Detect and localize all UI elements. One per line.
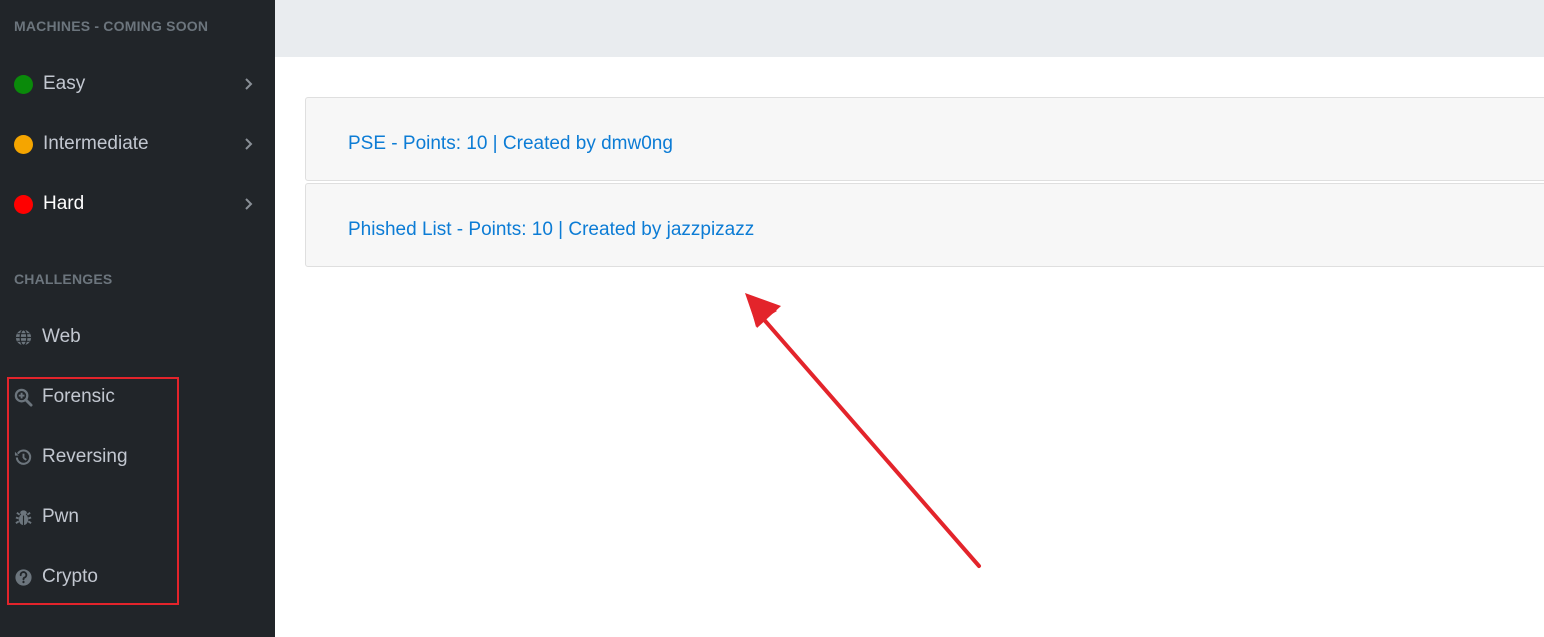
sidebar-item-label: Crypto: [42, 566, 98, 587]
sidebar-item-label: Reversing: [42, 446, 128, 467]
orange-dot-icon: [14, 134, 33, 154]
sidebar-item-forensic[interactable]: Forensic: [0, 375, 275, 419]
challenges-section-header: CHALLENGES: [14, 271, 113, 287]
sidebar-item-label: Forensic: [42, 386, 115, 407]
sidebar-item-intermediate[interactable]: Intermediate: [0, 122, 275, 166]
search-plus-icon: [14, 388, 33, 407]
sidebar-item-easy[interactable]: Easy: [0, 62, 275, 106]
challenge-link-phished-list[interactable]: Phished List - Points: 10 | Created by j…: [348, 219, 754, 241]
chevron-right-icon: [245, 138, 253, 150]
sidebar-item-web[interactable]: Web: [0, 315, 275, 359]
chevron-right-icon: [245, 78, 253, 90]
sidebar-item-label: Intermediate: [43, 133, 149, 154]
globe-icon: [15, 328, 32, 346]
history-icon: [14, 448, 32, 465]
sidebar-item-hard[interactable]: Hard: [0, 182, 275, 226]
green-dot-icon: [14, 74, 33, 94]
sidebar-item-reversing[interactable]: Reversing: [0, 435, 275, 479]
sidebar-item-pwn[interactable]: Pwn: [0, 495, 275, 539]
red-dot-icon: [14, 194, 33, 214]
chevron-right-icon: [245, 198, 253, 210]
challenge-card[interactable]: PSE - Points: 10 | Created by dmw0ng: [305, 97, 1544, 181]
machines-section-header: MACHINES - COMING SOON: [14, 18, 209, 34]
question-circle-icon: [15, 568, 32, 586]
sidebar-item-label: Web: [42, 326, 81, 347]
main-content: PSE - Points: 10 | Created by dmw0ng Phi…: [275, 57, 1544, 637]
sidebar: MACHINES - COMING SOON Easy Intermediate…: [0, 0, 275, 637]
bug-icon: [15, 509, 32, 525]
sidebar-item-label: Easy: [43, 73, 86, 94]
challenge-link-pse[interactable]: PSE - Points: 10 | Created by dmw0ng: [348, 133, 673, 155]
sidebar-item-label: Pwn: [42, 506, 79, 527]
challenge-card[interactable]: Phished List - Points: 10 | Created by j…: [305, 183, 1544, 267]
sidebar-item-label: Hard: [43, 193, 85, 214]
top-navbar: [275, 0, 1544, 57]
sidebar-item-crypto[interactable]: Crypto: [0, 555, 275, 599]
